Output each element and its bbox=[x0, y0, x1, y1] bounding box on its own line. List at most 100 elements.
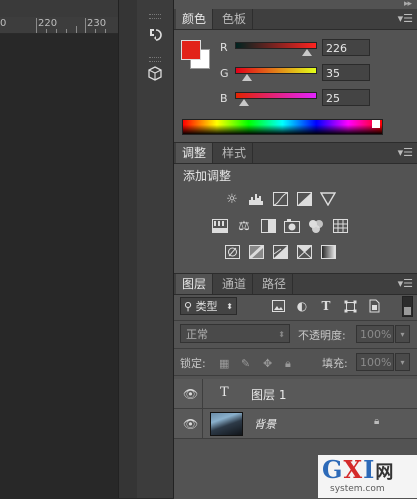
logo-letter-i: I bbox=[363, 455, 376, 484]
layers-panel-tabs: 图层 通道 路径 ▾☰ bbox=[174, 274, 417, 295]
channel-g-label: G bbox=[220, 67, 229, 80]
opacity-label: 不透明度: bbox=[298, 329, 346, 342]
logo-letter-g: G bbox=[322, 455, 344, 484]
ruler-tick bbox=[85, 18, 86, 33]
brightness-icon[interactable]: ☼ bbox=[224, 191, 240, 207]
panel-menu-icon[interactable]: ▾☰ bbox=[398, 277, 413, 290]
type-filter-icon[interactable]: T bbox=[318, 298, 334, 314]
collapsed-panel-dock bbox=[137, 0, 174, 498]
channel-r-value[interactable]: 226 bbox=[322, 39, 370, 56]
gradient-map-icon[interactable] bbox=[320, 244, 336, 260]
channel-b-slider[interactable] bbox=[235, 92, 317, 106]
lock-transparent-icon[interactable]: ▦ bbox=[219, 357, 229, 370]
channel-r-thumb[interactable] bbox=[301, 49, 312, 56]
ruler-label: 230 bbox=[87, 18, 107, 29]
visibility-eye-icon[interactable]: 👁︎ bbox=[183, 417, 198, 431]
document-canvas[interactable] bbox=[0, 0, 118, 498]
channel-b-thumb[interactable] bbox=[238, 99, 249, 106]
dock-grip[interactable] bbox=[149, 57, 161, 62]
divider bbox=[202, 409, 203, 438]
levels-icon[interactable] bbox=[248, 191, 264, 207]
color-panel: 颜色 色板 ▾☰ ▸▸ R 226 G 35 B 25 bbox=[174, 0, 417, 140]
lock-image-icon[interactable]: ✎ bbox=[241, 357, 250, 370]
curves-icon[interactable] bbox=[272, 191, 288, 207]
panel-menu-icon[interactable]: ▾☰ bbox=[398, 146, 413, 159]
foreground-color-swatch[interactable] bbox=[181, 40, 201, 60]
history-brush-icon[interactable] bbox=[144, 24, 166, 46]
tab-color[interactable]: 颜色 bbox=[176, 9, 214, 29]
ruler-tick bbox=[36, 18, 37, 33]
channel-g-thumb[interactable] bbox=[241, 74, 252, 81]
adjustment-filter-icon[interactable]: ◐ bbox=[294, 298, 310, 314]
layer-row-background[interactable]: 👁︎ 背景 🔒︎ bbox=[174, 409, 417, 439]
logo-chinese: 网 bbox=[375, 462, 395, 483]
tab-swatches[interactable]: 色板 bbox=[216, 9, 254, 29]
document-tab-strip bbox=[0, 0, 118, 17]
channel-b-value[interactable]: 25 bbox=[322, 89, 370, 106]
watermark-logo: GXI网 bbox=[322, 455, 394, 484]
filter-toggle-switch[interactable] bbox=[402, 296, 413, 317]
watermark-site: system.com bbox=[330, 484, 385, 494]
add-adjustment-title: 添加调整 bbox=[183, 169, 232, 183]
adjustments-panel-tabs: 调整 样式 ▾☰ bbox=[174, 143, 417, 164]
fill-input[interactable]: 100% bbox=[356, 353, 394, 371]
smart-object-filter-icon[interactable] bbox=[366, 298, 382, 314]
ruler-tick bbox=[46, 29, 47, 33]
color-balance-icon[interactable]: ⚖ bbox=[236, 218, 252, 234]
channel-r-slider[interactable] bbox=[235, 42, 317, 56]
divider bbox=[202, 379, 203, 408]
cube-properties-icon[interactable] bbox=[144, 63, 166, 85]
lock-label: 锁定: bbox=[180, 357, 206, 370]
color-spectrum-bar[interactable] bbox=[182, 119, 383, 135]
opacity-dropdown[interactable]: ▾ bbox=[395, 325, 410, 343]
exposure-icon[interactable] bbox=[296, 191, 312, 207]
search-icon: ⚲ bbox=[184, 300, 193, 313]
pixel-filter-icon[interactable] bbox=[270, 298, 286, 314]
chevron-icon: ⬍ bbox=[278, 330, 285, 339]
ruler-label: 0 bbox=[0, 18, 7, 29]
channel-g-value[interactable]: 35 bbox=[322, 64, 370, 81]
selective-color-icon[interactable] bbox=[296, 244, 312, 260]
hue-saturation-icon[interactable] bbox=[212, 218, 228, 234]
photo-filter-icon[interactable] bbox=[284, 218, 300, 234]
channel-g-slider[interactable] bbox=[235, 67, 317, 81]
blend-mode-select[interactable]: 正常 ⬍ bbox=[180, 324, 290, 343]
color-lookup-icon[interactable] bbox=[332, 218, 348, 234]
posterize-icon[interactable] bbox=[248, 244, 264, 260]
tab-channels[interactable]: 通道 bbox=[216, 274, 254, 294]
ruler-tick bbox=[95, 29, 96, 33]
lock-position-icon[interactable]: ✥ bbox=[263, 357, 272, 370]
tab-styles[interactable]: 样式 bbox=[216, 143, 254, 163]
threshold-icon[interactable] bbox=[272, 244, 288, 260]
tab-adjustments[interactable]: 调整 bbox=[176, 143, 214, 163]
layer-row-text[interactable]: 👁︎ T 图层 1 bbox=[174, 379, 417, 409]
canvas-scrollbar[interactable] bbox=[118, 0, 138, 498]
layer-name[interactable]: 图层 1 bbox=[251, 386, 286, 403]
fill-dropdown[interactable]: ▾ bbox=[395, 353, 410, 371]
lock-all-icon[interactable]: 🔒︎ bbox=[285, 357, 291, 371]
invert-icon[interactable] bbox=[224, 244, 240, 260]
ruler-tick bbox=[76, 26, 77, 33]
horizontal-ruler: 0 220 230 bbox=[0, 17, 118, 34]
lock-icon: 🔒︎ bbox=[374, 416, 380, 427]
panel-menu-icon[interactable]: ▾☰ bbox=[398, 12, 413, 25]
spectrum-white-swatch[interactable] bbox=[372, 120, 380, 128]
black-white-icon[interactable] bbox=[260, 218, 276, 234]
text-layer-icon: T bbox=[220, 385, 229, 400]
tab-layers[interactable]: 图层 bbox=[176, 274, 214, 294]
tab-paths[interactable]: 路径 bbox=[256, 274, 294, 294]
layer-name[interactable]: 背景 bbox=[254, 416, 276, 432]
dock-grip[interactable] bbox=[149, 14, 161, 19]
layer-filter-select[interactable]: ⚲ 类型 ⬍ bbox=[180, 297, 237, 315]
adjustments-panel: 调整 样式 ▾☰ 添加调整 ☼ ⚖ bbox=[174, 142, 417, 271]
opacity-input[interactable]: 100% bbox=[356, 325, 394, 343]
channel-mixer-icon[interactable] bbox=[308, 218, 324, 234]
shape-filter-icon[interactable] bbox=[342, 298, 358, 314]
vibrance-icon[interactable] bbox=[320, 191, 336, 207]
layer-filter-label: 类型 bbox=[195, 300, 218, 313]
ruler-tick bbox=[105, 29, 106, 33]
collapse-arrows-icon[interactable]: ▸▸ bbox=[404, 0, 412, 9]
blend-mode-value: 正常 bbox=[186, 328, 208, 341]
fill-label: 填充: bbox=[322, 357, 348, 370]
visibility-eye-icon[interactable]: 👁︎ bbox=[183, 387, 198, 401]
